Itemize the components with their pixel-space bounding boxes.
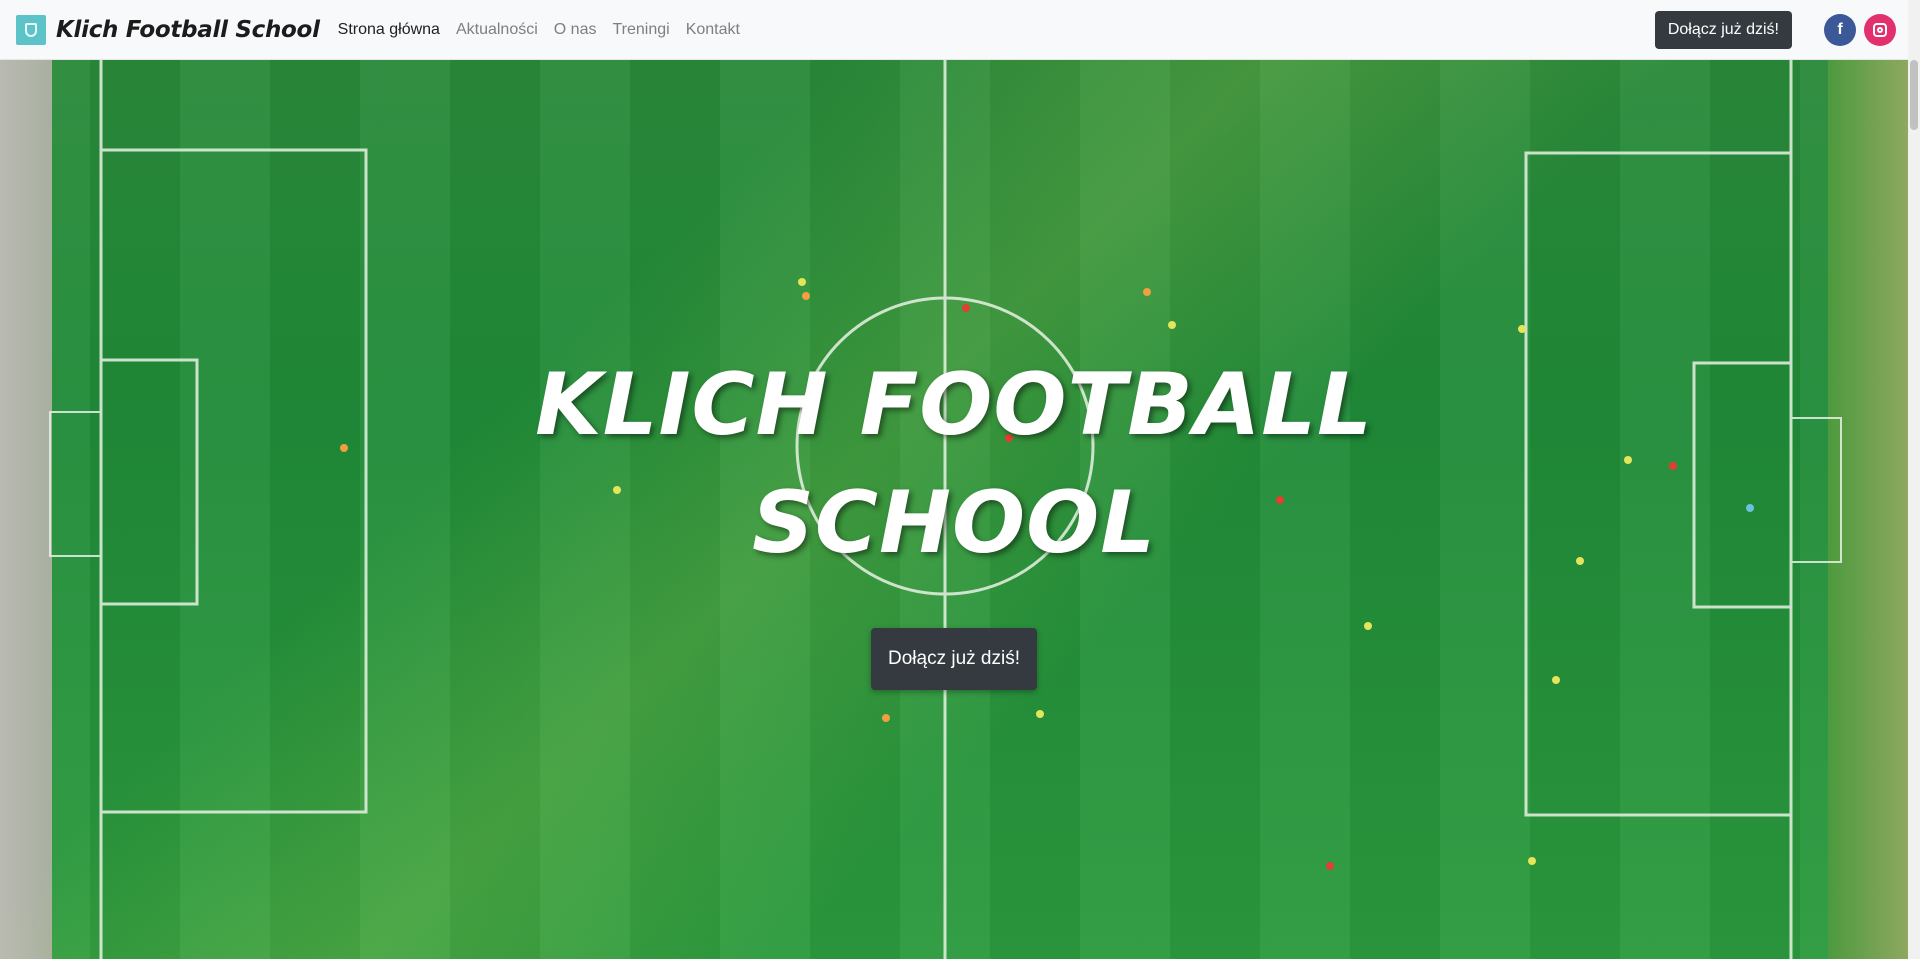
hero-section: KLICH FOOTBALL SCHOOL Dołącz już dziś! xyxy=(0,60,1908,959)
facebook-icon[interactable]: f xyxy=(1824,13,1856,46)
join-button-hero[interactable]: Dołącz już dziś! xyxy=(871,628,1037,690)
nav-links: Strona główna Aktualności O nas Treningi… xyxy=(338,21,756,39)
scrollbar-thumb[interactable] xyxy=(1910,60,1918,130)
nav-link-about[interactable]: O nas xyxy=(554,21,597,39)
brand-name: Klich Football School xyxy=(56,16,320,43)
nav-link-trainings[interactable]: Treningi xyxy=(612,21,669,39)
brand-logo-icon xyxy=(16,14,46,45)
page-scrollbar[interactable] xyxy=(1908,0,1920,959)
brand-link[interactable]: Klich Football School xyxy=(16,14,320,45)
instagram-icon[interactable] xyxy=(1864,13,1896,46)
hero-title: KLICH FOOTBALL SCHOOL xyxy=(535,355,1373,573)
navbar: Klich Football School Strona główna Aktu… xyxy=(0,0,1908,60)
nav-link-news[interactable]: Aktualności xyxy=(456,21,538,39)
nav-link-home[interactable]: Strona główna xyxy=(338,21,440,39)
nav-link-contact[interactable]: Kontakt xyxy=(686,21,740,39)
hero-content: KLICH FOOTBALL SCHOOL Dołącz już dziś! xyxy=(0,60,1908,959)
nav-right: Dołącz już dziś! f xyxy=(1654,10,1896,49)
join-button-nav[interactable]: Dołącz już dziś! xyxy=(1654,10,1792,49)
